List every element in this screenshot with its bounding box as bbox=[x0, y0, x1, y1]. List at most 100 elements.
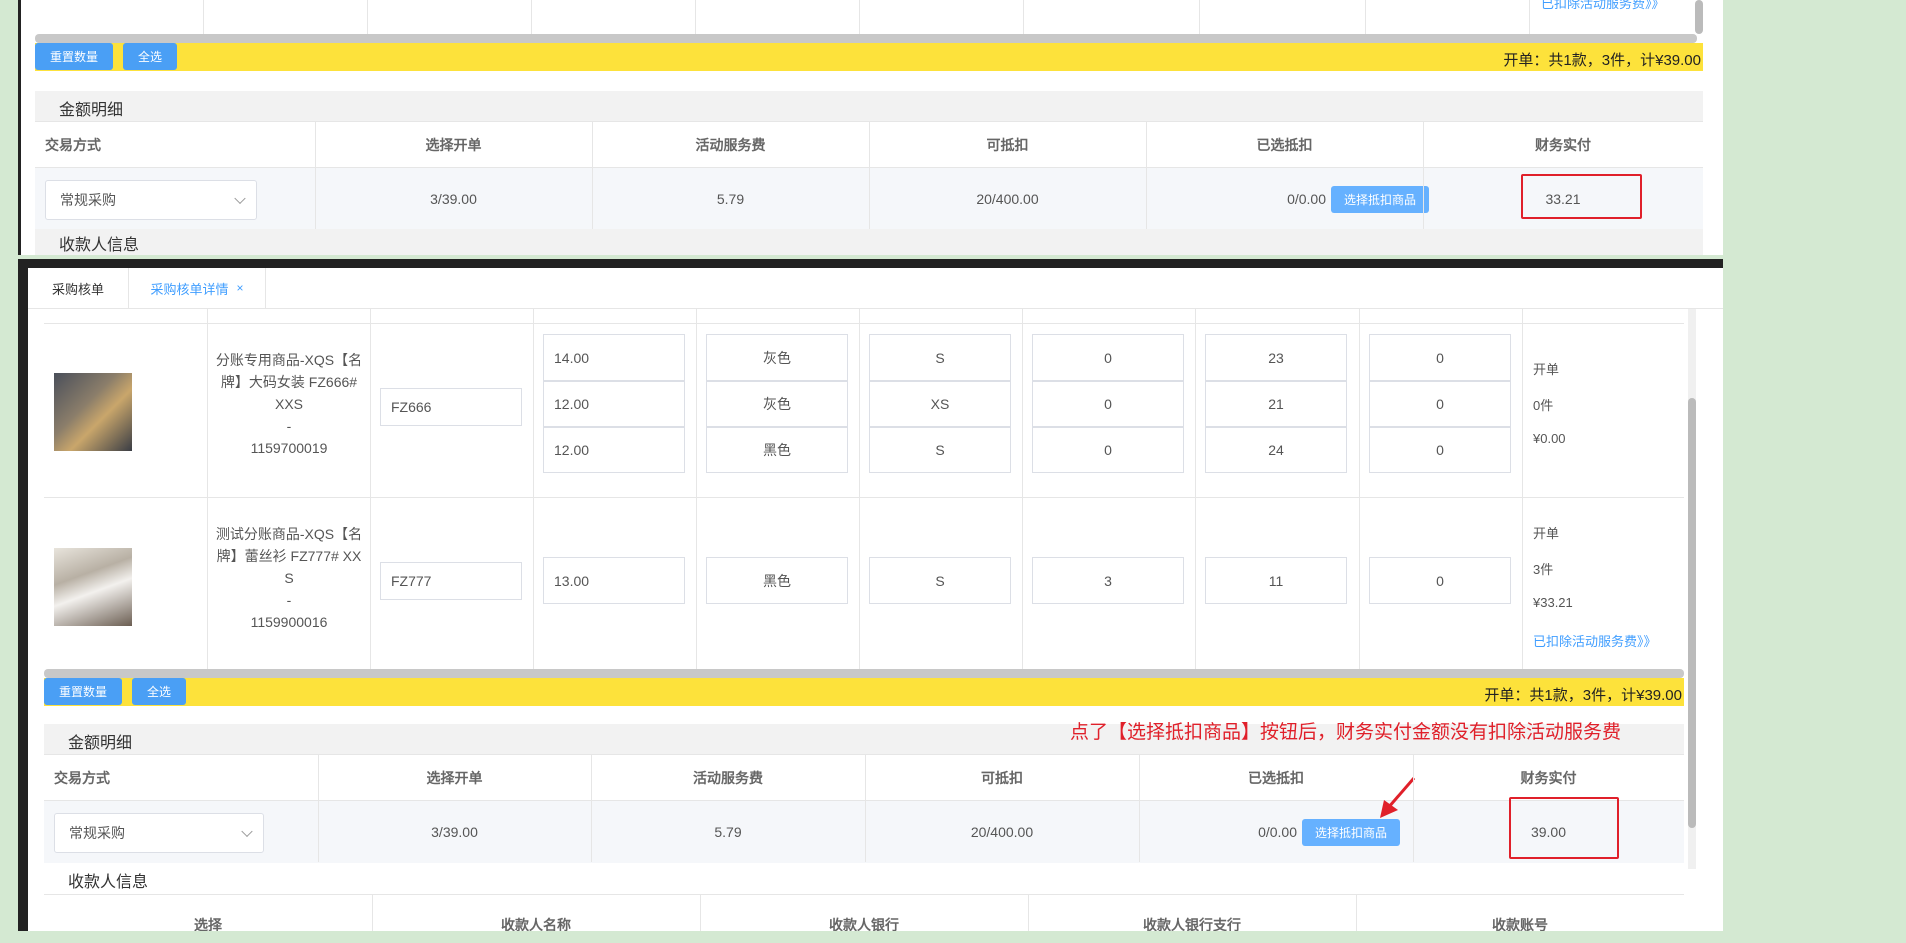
product-name: 测试分账商品-XQS【名 牌】蕾丝衫 FZ777# XX S - 1159900… bbox=[214, 523, 364, 633]
header-fee: 活动服务费 bbox=[693, 770, 763, 786]
column-divider bbox=[315, 121, 316, 243]
top-screenshot-panel: 已扣除活动服务费》》 重置数量 全选 开单：共1款，3件，计¥39.00 金额明… bbox=[18, 0, 1723, 255]
extra-cell: 0 bbox=[1369, 427, 1511, 473]
select-all-button[interactable]: 全选 bbox=[132, 678, 186, 705]
table-column-line bbox=[1023, 0, 1024, 34]
payee-header-name: 收款人名称 bbox=[501, 917, 571, 931]
size-cell: S bbox=[869, 334, 1011, 381]
product-name-line: 牌】蕾丝衫 FZ777# XX bbox=[216, 548, 362, 564]
product-name-line: 牌】大码女装 FZ666# bbox=[220, 374, 358, 390]
order-label: 开单 bbox=[1533, 526, 1560, 541]
order-amount: ¥0.00 bbox=[1533, 431, 1566, 446]
size-cell: S bbox=[869, 427, 1011, 473]
order-value: 3/39.00 bbox=[430, 191, 477, 207]
row-divider bbox=[44, 323, 1684, 324]
select-deduction-items-button[interactable]: 选择抵扣商品 bbox=[1302, 819, 1400, 846]
color-cell: 黑色 bbox=[706, 557, 848, 604]
tab-purchase-check[interactable]: 采购核单 bbox=[28, 268, 128, 308]
product-code-input[interactable]: FZ666 bbox=[380, 388, 522, 426]
quantity-input[interactable]: 0 bbox=[1032, 334, 1184, 381]
header-selected-deduction: 已选抵扣 bbox=[1248, 770, 1304, 786]
deductible-value: 20/400.00 bbox=[976, 191, 1039, 207]
column-divider bbox=[592, 121, 593, 243]
product-name-line: - bbox=[286, 592, 292, 608]
horizontal-scrollbar[interactable] bbox=[35, 34, 1697, 43]
payee-section-header: 收款人信息 bbox=[35, 229, 1703, 255]
table-column-line bbox=[859, 0, 860, 34]
table-column-line bbox=[1199, 0, 1200, 34]
header-order: 选择开单 bbox=[425, 137, 482, 153]
transaction-method-select[interactable]: 常规采购 bbox=[54, 813, 264, 853]
column-divider bbox=[700, 895, 701, 931]
product-name-line: 分账专用商品-XQS【名 bbox=[215, 352, 363, 368]
column-divider bbox=[1022, 309, 1023, 669]
column-divider bbox=[865, 754, 866, 862]
payee-section-title: 收款人信息 bbox=[59, 237, 140, 254]
select-all-button[interactable]: 全选 bbox=[123, 43, 177, 70]
fee-value: 5.79 bbox=[716, 191, 745, 207]
chevron-down-icon bbox=[234, 192, 246, 205]
deducted-fee-link[interactable]: 已扣除活动服务费》》 bbox=[1541, 0, 1665, 12]
product-thumbnail bbox=[54, 373, 132, 451]
payee-table-header: 选择 收款人名称 收款人银行 收款人银行支行 收款账号 bbox=[44, 894, 1684, 931]
tab-purchase-check-detail[interactable]: 采购核单详情 × bbox=[128, 268, 266, 308]
amount-detail-section: 金额明细 交易方式 选择开单 活动服务费 可抵扣 已选抵扣 财务实付 常规采购 … bbox=[35, 91, 1703, 255]
column-divider bbox=[696, 309, 697, 669]
payee-header-account: 收款账号 bbox=[1492, 917, 1548, 931]
column-divider bbox=[869, 121, 870, 243]
select-deduction-items-button[interactable]: 选择抵扣商品 bbox=[1331, 186, 1429, 213]
table-column-line bbox=[203, 0, 204, 34]
product-code-input[interactable]: FZ777 bbox=[380, 562, 522, 600]
column-divider bbox=[1356, 895, 1357, 931]
product-name-line: XXS bbox=[274, 396, 303, 412]
table-column-line bbox=[531, 0, 532, 34]
product-name-line: S bbox=[284, 570, 294, 586]
bottom-screenshot-panel: 采购核单 采购核单详情 × 分账专用商品-XQS【名 牌】大码女装 FZ666#… bbox=[18, 259, 1723, 931]
column-divider bbox=[591, 754, 592, 862]
tab-label: 采购核单详情 bbox=[150, 281, 229, 297]
price-input[interactable]: 14.00 bbox=[543, 334, 685, 381]
product-name-line: - bbox=[286, 418, 292, 434]
selected-deduction-value: 0/0.00 bbox=[1287, 191, 1326, 207]
header-method: 交易方式 bbox=[45, 137, 101, 153]
horizontal-scrollbar[interactable] bbox=[44, 669, 1684, 678]
deducted-fee-link[interactable]: 已扣除活动服务费》》 bbox=[1533, 631, 1657, 650]
amount-table-row: 常规采购 3/39.00 5.79 20/400.00 0/0.00 选择抵扣商… bbox=[44, 797, 1684, 863]
color-cell: 灰色 bbox=[706, 334, 848, 381]
annotation-arrow-icon bbox=[1380, 777, 1416, 818]
color-cell: 灰色 bbox=[706, 381, 848, 427]
product-name-line: 1159700019 bbox=[250, 440, 328, 456]
payee-header-select: 选择 bbox=[194, 917, 222, 931]
transaction-method-select[interactable]: 常规采购 bbox=[45, 180, 257, 220]
price-input[interactable]: 12.00 bbox=[543, 381, 685, 427]
extra-cell: 0 bbox=[1369, 334, 1511, 381]
column-divider bbox=[1195, 309, 1196, 669]
price-input[interactable]: 12.00 bbox=[543, 427, 685, 473]
reset-quantity-button[interactable]: 重置数量 bbox=[35, 43, 113, 70]
column-divider bbox=[1413, 754, 1414, 862]
vertical-scrollbar[interactable] bbox=[1695, 0, 1703, 34]
quantity-input[interactable]: 0 bbox=[1032, 427, 1184, 473]
column-divider bbox=[859, 309, 860, 669]
summary-bar: 重置数量 全选 开单：共1款，3件，计¥39.00 bbox=[44, 678, 1684, 706]
transaction-method-value: 常规采购 bbox=[69, 825, 125, 841]
selected-deduction-value: 0/0.00 bbox=[1258, 824, 1297, 840]
product-name: 分账专用商品-XQS【名 牌】大码女装 FZ666# XXS - 1159700… bbox=[214, 349, 364, 459]
close-icon[interactable]: × bbox=[237, 281, 244, 295]
product-table: 分账专用商品-XQS【名 牌】大码女装 FZ666# XXS - 1159700… bbox=[44, 309, 1684, 669]
highlight-box bbox=[1521, 174, 1642, 219]
vertical-scrollbar[interactable] bbox=[1688, 398, 1696, 828]
price-input[interactable]: 13.00 bbox=[543, 557, 685, 604]
reset-quantity-button[interactable]: 重置数量 bbox=[44, 678, 122, 705]
quantity-input[interactable]: 0 bbox=[1032, 381, 1184, 427]
stock-cell: 24 bbox=[1205, 427, 1347, 473]
column-divider bbox=[207, 309, 208, 669]
header-finance-paid: 财务实付 bbox=[1520, 770, 1577, 786]
payee-section-header: 收款人信息 bbox=[44, 862, 1684, 894]
header-fee: 活动服务费 bbox=[695, 137, 766, 153]
quantity-input[interactable]: 3 bbox=[1032, 557, 1184, 604]
tab-label: 采购核单 bbox=[51, 281, 104, 297]
order-amount: ¥33.21 bbox=[1533, 595, 1573, 610]
header-deductible: 可抵扣 bbox=[981, 770, 1023, 786]
table-column-line bbox=[1529, 0, 1530, 34]
